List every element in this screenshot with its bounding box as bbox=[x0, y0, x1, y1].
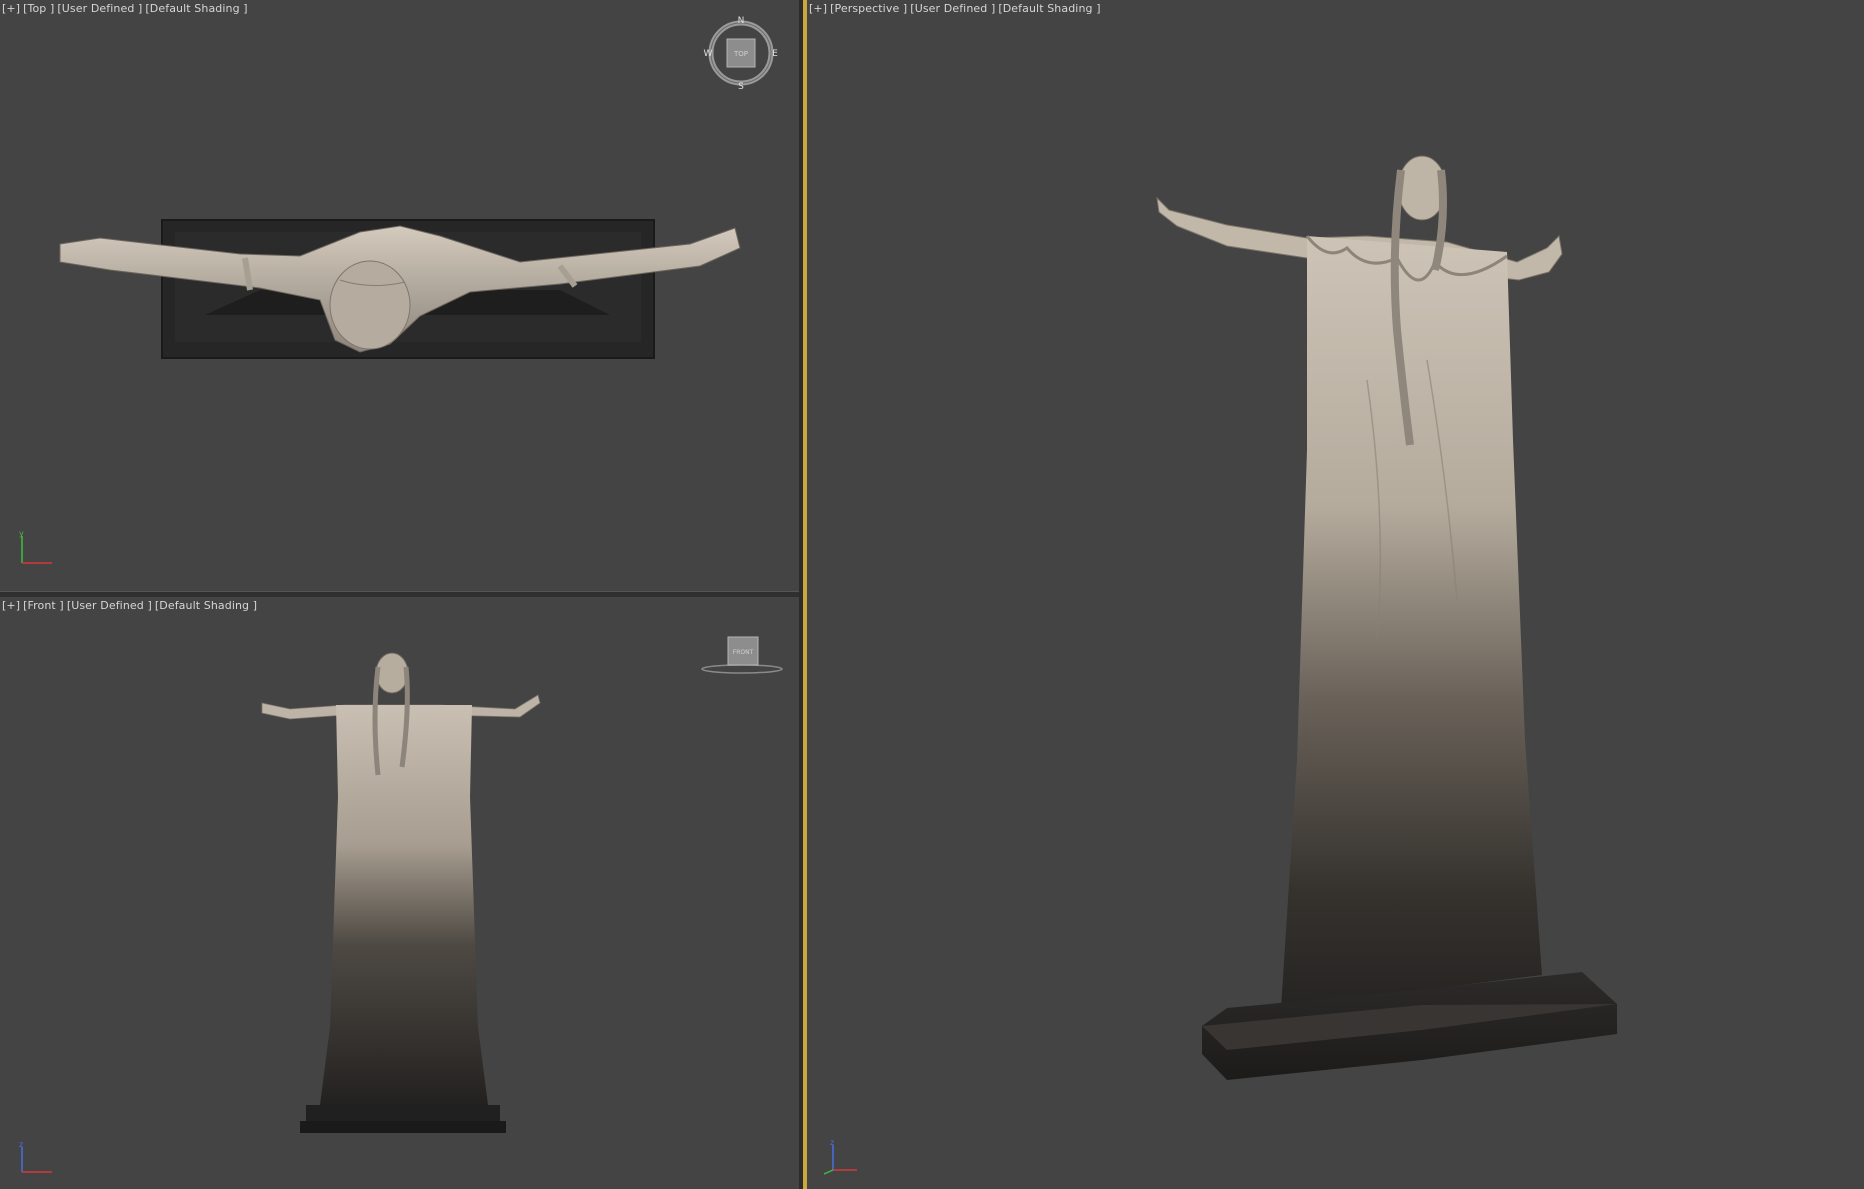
viewcube-top-icon[interactable]: TOP N S E W bbox=[703, 15, 779, 91]
model-top-view[interactable] bbox=[0, 0, 799, 591]
viewport-front[interactable]: [+] [Front ] [User Defined ] [Default Shadi… bbox=[0, 597, 799, 1189]
axis-tripod-icon: y bbox=[19, 529, 52, 564]
model-perspective-view[interactable] bbox=[807, 0, 1864, 1189]
viewcube-face-label: TOP bbox=[733, 50, 748, 58]
model-front-view[interactable] bbox=[0, 597, 799, 1189]
viewport-perspective[interactable]: [+] [Perspective ] [User Defined ] [Default… bbox=[805, 0, 1864, 1189]
viewcube-face-label: FRONT bbox=[733, 649, 754, 656]
axis-tripod-icon: z bbox=[823, 1138, 857, 1175]
compass-north[interactable]: N bbox=[738, 16, 745, 26]
compass-south[interactable]: S bbox=[738, 82, 744, 91]
compass-east[interactable]: E bbox=[772, 49, 778, 59]
axis-label-z: z bbox=[830, 1138, 834, 1147]
viewcube-front-icon[interactable]: FRONT bbox=[700, 635, 784, 681]
axis-label-z: z bbox=[19, 1140, 23, 1149]
viewport-top[interactable]: [+] [Top ] [User Defined ] [Default Shading… bbox=[0, 0, 799, 591]
axis-label-y: y bbox=[19, 529, 24, 538]
axis-tripod-icon: z bbox=[19, 1140, 52, 1173]
compass-west[interactable]: W bbox=[704, 49, 713, 59]
